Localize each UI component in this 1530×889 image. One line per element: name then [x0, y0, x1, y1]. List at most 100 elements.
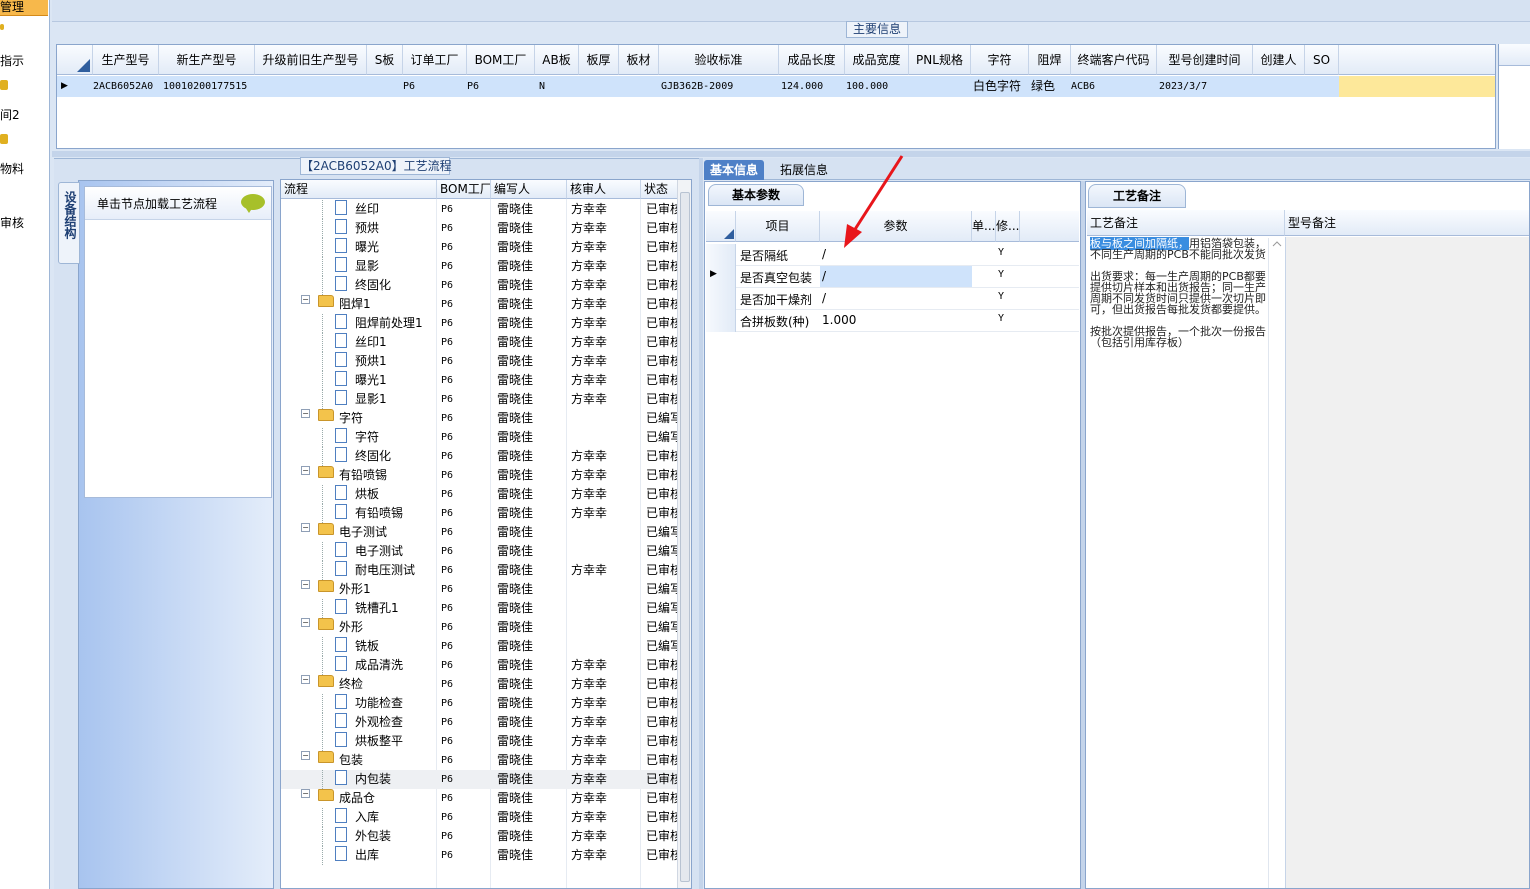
row-header[interactable] [706, 244, 736, 266]
tree-row[interactable]: − 终检 P6 雷晓佳 方幸幸 已审核 [281, 675, 679, 694]
row-header[interactable] [706, 310, 736, 332]
nav-item-room2[interactable]: 间2 [0, 106, 20, 123]
col-header[interactable]: 阻焊 [1029, 45, 1071, 75]
collapse-icon[interactable]: − [301, 751, 310, 760]
tree-row[interactable]: 显影 P6 雷晓佳 方幸幸 已审核 [281, 257, 679, 276]
col-header-bom[interactable]: BOM工厂 [437, 180, 491, 199]
tree-row[interactable]: 有铅喷锡 P6 雷晓佳 方幸幸 已审核 [281, 504, 679, 523]
col-header[interactable]: 验收标准 [659, 45, 779, 75]
tree-row[interactable]: 外包装 P6 雷晓佳 方幸幸 已审核 [281, 827, 679, 846]
vertical-splitter[interactable] [699, 158, 703, 889]
col-header[interactable]: 订单工厂 [403, 45, 467, 75]
tab-process-remarks[interactable]: 工艺备注 [1088, 184, 1186, 208]
tree-row[interactable]: 终固化 P6 雷晓佳 方幸幸 已审核 [281, 447, 679, 466]
col-header-item[interactable]: 项目 [736, 211, 820, 242]
process-remarks-text[interactable]: 板与板之间加隔纸，用铝箔袋包装，不同生产周期的PCB不能同批次发货 出货要求：每… [1090, 237, 1268, 348]
col-header[interactable]: 创建人 [1253, 45, 1305, 75]
col-header[interactable]: 板材 [619, 45, 659, 75]
scroll-up-icon[interactable] [1269, 238, 1285, 250]
table-row[interactable] [57, 76, 1495, 97]
tree-row[interactable]: 电子测试 P6 雷晓佳 已编写 [281, 542, 679, 561]
tree-row[interactable]: 外观检查 P6 雷晓佳 方幸幸 已审核 [281, 713, 679, 732]
collapse-icon[interactable]: − [301, 618, 310, 627]
tree-row[interactable]: 铣板 P6 雷晓佳 已编写 [281, 637, 679, 656]
cell-created-time[interactable]: 2023/3/7 [1159, 76, 1207, 97]
tree-row[interactable]: − 外形 P6 雷晓佳 已编写 [281, 618, 679, 637]
nav-item-manage[interactable]: 管理 [0, 0, 24, 15]
col-header[interactable]: 字符 [971, 45, 1029, 75]
tree-scrollbar[interactable] [677, 180, 691, 888]
col-header[interactable]: 升级前旧生产型号 [255, 45, 367, 75]
tree-row[interactable]: 预烘 P6 雷晓佳 方幸幸 已审核 [281, 219, 679, 238]
param-row[interactable]: 是否加干燥剂 / Y [706, 288, 1079, 310]
col-header[interactable]: 新生产型号 [159, 45, 255, 75]
tree-row[interactable]: 成品清洗 P6 雷晓佳 方幸幸 已审核 [281, 656, 679, 675]
collapse-icon[interactable]: − [301, 675, 310, 684]
tree-row[interactable]: 功能检查 P6 雷晓佳 方幸幸 已审核 [281, 694, 679, 713]
cell-order-factory[interactable]: P6 [403, 76, 415, 97]
cell-length[interactable]: 124.000 [781, 76, 823, 97]
col-header[interactable]: 型号创建时间 [1157, 45, 1253, 75]
tree-row[interactable]: − 成品仓 P6 雷晓佳 方幸幸 已审核 [281, 789, 679, 808]
scroll-thumb[interactable] [680, 192, 690, 882]
node-hint-header[interactable]: 单击节点加载工艺流程 [85, 187, 271, 220]
cell-new-model[interactable]: 10010200177515 [163, 76, 247, 97]
tab-basic-info[interactable]: 基本信息 [704, 160, 765, 180]
collapse-icon[interactable]: − [301, 523, 310, 532]
tree-row[interactable]: 显影1 P6 雷晓佳 方幸幸 已审核 [281, 390, 679, 409]
col-header-checker[interactable]: 核审人 [567, 180, 641, 199]
collapse-icon[interactable]: − [301, 295, 310, 304]
tree-row[interactable]: 内包装 P6 雷晓佳 方幸幸 已审核 [281, 770, 679, 789]
col-header[interactable]: S板 [367, 45, 403, 75]
tree-row[interactable]: − 阻焊1 P6 雷晓佳 方幸幸 已审核 [281, 295, 679, 314]
remarks-scrollbar[interactable] [1268, 238, 1284, 888]
param-row[interactable]: ▶ 是否真空包装 / Y [706, 266, 1079, 288]
collapse-icon[interactable]: − [301, 409, 310, 418]
tree-row[interactable]: 终固化 P6 雷晓佳 方幸幸 已审核 [281, 276, 679, 295]
param-value[interactable]: / [822, 269, 826, 283]
col-header[interactable]: SO [1305, 45, 1339, 75]
tree-row[interactable]: 出库 P6 雷晓佳 方幸幸 已审核 [281, 846, 679, 865]
param-row[interactable]: 合拼板数(种) 1.000 Y [706, 310, 1079, 332]
param-value[interactable]: / [822, 291, 826, 305]
col-header[interactable]: 成品长度 [779, 45, 845, 75]
col-header[interactable]: BOM工厂 [467, 45, 535, 75]
main-info-grid[interactable]: 生产型号 新生产型号 升级前旧生产型号 S板 订单工厂 BOM工厂 AB板 板厚… [56, 44, 1496, 149]
col-header[interactable]: 板厚 [579, 45, 619, 75]
col-header-process-remarks[interactable]: 工艺备注 [1087, 210, 1285, 236]
cell-character[interactable]: 白色字符 [973, 76, 1021, 97]
row-header[interactable] [706, 288, 736, 310]
nav-item-review[interactable]: 审核 [0, 214, 24, 231]
collapse-icon[interactable]: − [301, 789, 310, 798]
tree-row[interactable]: 曝光1 P6 雷晓佳 方幸幸 已审核 [281, 371, 679, 390]
tree-row[interactable]: 烘板 P6 雷晓佳 方幸幸 已审核 [281, 485, 679, 504]
tree-row[interactable]: − 包装 P6 雷晓佳 方幸幸 已审核 [281, 751, 679, 770]
horizontal-splitter[interactable] [52, 151, 1530, 157]
cell-solder-mask[interactable]: 绿色 [1031, 76, 1055, 97]
param-value[interactable]: / [822, 247, 826, 261]
tree-row[interactable]: 耐电压测试 P6 雷晓佳 方幸幸 已审核 [281, 561, 679, 580]
cell-width[interactable]: 100.000 [846, 76, 888, 97]
cell-bom-factory[interactable]: P6 [467, 76, 479, 97]
model-remarks-cell[interactable] [1285, 237, 1529, 888]
col-header-writer[interactable]: 编写人 [491, 180, 567, 199]
process-tree-grid[interactable]: 流程 BOM工厂 编写人 核审人 状态 丝印P6雷晓佳方幸幸已审核预烘P6雷晓佳… [280, 179, 692, 889]
col-header-unit[interactable]: 单... [972, 211, 996, 242]
tree-row[interactable]: 丝印1 P6 雷晓佳 方幸幸 已审核 [281, 333, 679, 352]
tab-extended-info[interactable]: 拓展信息 [774, 160, 834, 180]
cell-acceptance-standard[interactable]: GJB362B-2009 [661, 76, 733, 97]
col-header-flow[interactable]: 流程 [281, 180, 437, 199]
col-header[interactable]: 生产型号 [93, 45, 159, 75]
col-header[interactable]: AB板 [535, 45, 579, 75]
cell-ab-board[interactable]: N [539, 76, 545, 97]
nav-item-material[interactable]: 物料 [0, 160, 24, 177]
col-header[interactable]: 终端客户代码 [1071, 45, 1157, 75]
tree-row[interactable]: 入库 P6 雷晓佳 方幸幸 已审核 [281, 808, 679, 827]
equipment-structure-tab[interactable]: 设备结构 [58, 182, 80, 264]
tree-row[interactable]: − 字符 P6 雷晓佳 已编写 [281, 409, 679, 428]
tree-row[interactable]: − 外形1 P6 雷晓佳 已编写 [281, 580, 679, 599]
tree-row[interactable]: 曝光 P6 雷晓佳 方幸幸 已审核 [281, 238, 679, 257]
cell-customer-code[interactable]: ACB6 [1071, 76, 1095, 97]
tree-row[interactable]: 烘板整平 P6 雷晓佳 方幸幸 已审核 [281, 732, 679, 751]
tree-row[interactable]: 阻焊前处理1 P6 雷晓佳 方幸幸 已审核 [281, 314, 679, 333]
